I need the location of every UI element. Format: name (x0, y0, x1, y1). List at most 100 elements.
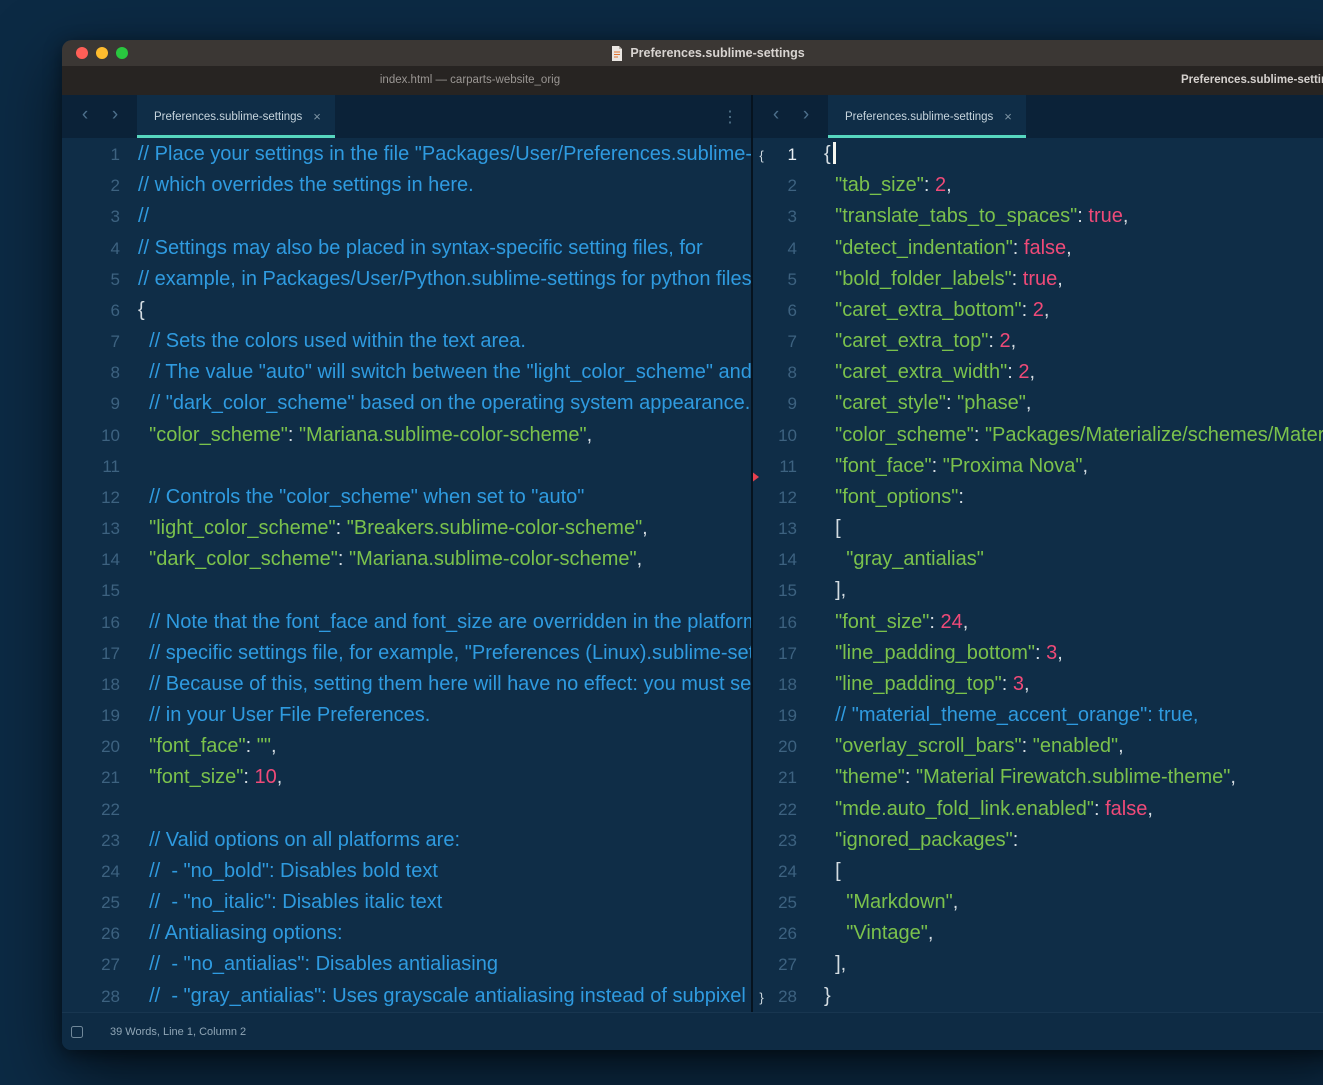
code-text[interactable]: // Antialiasing options: (120, 918, 343, 949)
code-text[interactable]: "bold_folder_labels": true, (797, 264, 1063, 295)
code-line[interactable]: 16 "font_size": 24, (753, 607, 1323, 638)
code-line[interactable]: 25 "Markdown", (753, 887, 1323, 918)
background-window-title-right[interactable]: Preferences.sublime-settings (1181, 66, 1323, 95)
line-number[interactable]: 15 (770, 575, 797, 606)
line-number[interactable]: 3 (770, 201, 797, 232)
code-line[interactable]: 14 "dark_color_scheme": "Mariana.sublime… (62, 544, 751, 575)
code-line[interactable]: 19 // "material_theme_accent_orange": tr… (753, 700, 1323, 731)
line-number[interactable]: 20 (770, 731, 797, 762)
line-number[interactable]: 28 (62, 981, 120, 1012)
line-number[interactable]: 4 (770, 233, 797, 264)
line-number[interactable]: 21 (770, 762, 797, 793)
line-number[interactable]: 11 (770, 451, 797, 482)
line-number[interactable]: 10 (62, 420, 120, 451)
code-line[interactable]: 28 // - "gray_antialias": Uses grayscale… (62, 981, 751, 1012)
code-line[interactable]: 9 // "dark_color_scheme" based on the op… (62, 388, 751, 419)
code-line[interactable]: 16 // Note that the font_face and font_s… (62, 607, 751, 638)
code-line[interactable]: 2 "tab_size": 2, (753, 170, 1323, 201)
code-line[interactable]: 13 [ (753, 513, 1323, 544)
code-text[interactable]: "detect_indentation": false, (797, 233, 1072, 264)
panel-toggle-icon[interactable] (71, 1026, 83, 1038)
line-number[interactable]: 20 (62, 731, 120, 762)
line-number[interactable]: 22 (770, 794, 797, 825)
line-number[interactable]: 12 (770, 482, 797, 513)
code-text[interactable]: // Valid options on all platforms are: (120, 825, 460, 856)
line-number[interactable]: 13 (770, 513, 797, 544)
line-number[interactable]: 22 (62, 794, 120, 825)
code-text[interactable]: "font_face": "Proxima Nova", (797, 451, 1088, 482)
nav-forward-icon[interactable]: › (100, 95, 130, 138)
code-text[interactable]: "tab_size": 2, (797, 170, 952, 201)
code-line[interactable]: 21 "font_size": 10, (62, 762, 751, 793)
code-line[interactable]: 4// Settings may also be placed in synta… (62, 233, 751, 264)
line-number[interactable]: 16 (62, 607, 120, 638)
code-text[interactable]: "line_padding_bottom": 3, (797, 638, 1063, 669)
code-line[interactable]: 24 [ (753, 856, 1323, 887)
tab-preferences-default[interactable]: Preferences.sublime-settings × (137, 95, 335, 138)
minimize-window-button[interactable] (96, 47, 108, 59)
code-text[interactable]: // - "no_bold": Disables bold text (120, 856, 438, 887)
nav-back-icon[interactable]: ‹ (761, 95, 791, 138)
code-line[interactable]: 11 "font_face": "Proxima Nova", (753, 451, 1323, 482)
code-line[interactable]: 10 "color_scheme": "Mariana.sublime-colo… (62, 420, 751, 451)
code-line[interactable]: 11 (62, 451, 751, 482)
code-text[interactable]: // "material_theme_accent_orange": true, (797, 700, 1198, 731)
code-text[interactable]: // (120, 201, 149, 232)
line-number[interactable]: 24 (62, 856, 120, 887)
code-line[interactable]: 22 (62, 794, 751, 825)
code-text[interactable]: "color_scheme": "Mariana.sublime-color-s… (120, 420, 592, 451)
code-line[interactable]: 5 "bold_folder_labels": true, (753, 264, 1323, 295)
line-number[interactable]: 14 (62, 544, 120, 575)
code-line[interactable]: 15 ], (753, 575, 1323, 606)
code-line[interactable]: 8 // The value "auto" will switch betwee… (62, 357, 751, 388)
code-line[interactable]: 13 "light_color_scheme": "Breakers.subli… (62, 513, 751, 544)
code-text[interactable]: "theme": "Material Firewatch.sublime-the… (797, 762, 1236, 793)
line-number[interactable]: 27 (770, 949, 797, 980)
code-text[interactable]: ], (797, 949, 846, 980)
line-number[interactable]: 6 (62, 295, 120, 326)
line-number[interactable]: 11 (62, 451, 120, 482)
line-number[interactable]: 26 (62, 918, 120, 949)
code-line[interactable]: 24 // - "no_bold": Disables bold text (62, 856, 751, 887)
code-text[interactable]: // "dark_color_scheme" based on the oper… (120, 388, 750, 419)
code-line[interactable]: 5// example, in Packages/User/Python.sub… (62, 264, 751, 295)
code-text[interactable]: { (797, 139, 836, 170)
code-line[interactable]: 8 "caret_extra_width": 2, (753, 357, 1323, 388)
code-line[interactable]: 18 "line_padding_top": 3, (753, 669, 1323, 700)
tab-close-icon[interactable]: × (313, 110, 321, 123)
code-line[interactable]: 14 "gray_antialias" (753, 544, 1323, 575)
code-text[interactable]: // which overrides the settings in here. (120, 170, 474, 201)
line-number[interactable]: 23 (62, 825, 120, 856)
line-number[interactable]: 19 (770, 700, 797, 731)
code-text[interactable]: // Because of this, setting them here wi… (120, 669, 751, 700)
code-text[interactable]: "font_options": (797, 482, 964, 513)
code-text[interactable]: // in your User File Preferences. (120, 700, 430, 731)
tab-preferences-user[interactable]: Preferences.sublime-settings × (828, 95, 1026, 138)
code-text[interactable]: "caret_extra_bottom": 2, (797, 295, 1049, 326)
code-text[interactable]: "font_size": 10, (120, 762, 282, 793)
line-number[interactable]: 7 (62, 326, 120, 357)
code-line[interactable]: 27 ], (753, 949, 1323, 980)
line-number[interactable]: 14 (770, 544, 797, 575)
line-number[interactable]: 17 (62, 638, 120, 669)
code-text[interactable]: "mde.auto_fold_link.enabled": false, (797, 794, 1153, 825)
line-number[interactable]: 10 (770, 420, 797, 451)
line-number[interactable]: 12 (62, 482, 120, 513)
line-number[interactable]: 1 (62, 139, 120, 170)
titlebar[interactable]: Preferences.sublime-settings (62, 40, 1323, 66)
code-line[interactable]: 23 // Valid options on all platforms are… (62, 825, 751, 856)
line-number[interactable]: 4 (62, 233, 120, 264)
code-text[interactable]: "caret_style": "phase", (797, 388, 1031, 419)
line-number[interactable]: 13 (62, 513, 120, 544)
code-text[interactable]: } (797, 981, 831, 1012)
line-number[interactable]: 18 (770, 669, 797, 700)
code-line[interactable]: 10 "color_scheme": "Packages/Materialize… (753, 420, 1323, 451)
code-text[interactable]: [ (797, 856, 841, 887)
code-line[interactable]: 2// which overrides the settings in here… (62, 170, 751, 201)
code-line[interactable]: }28} (753, 981, 1323, 1012)
code-text[interactable]: // specific settings file, for example, … (120, 638, 751, 669)
line-number[interactable]: 18 (62, 669, 120, 700)
code-line[interactable]: 17 // specific settings file, for exampl… (62, 638, 751, 669)
close-window-button[interactable] (76, 47, 88, 59)
line-number[interactable]: 2 (62, 170, 120, 201)
